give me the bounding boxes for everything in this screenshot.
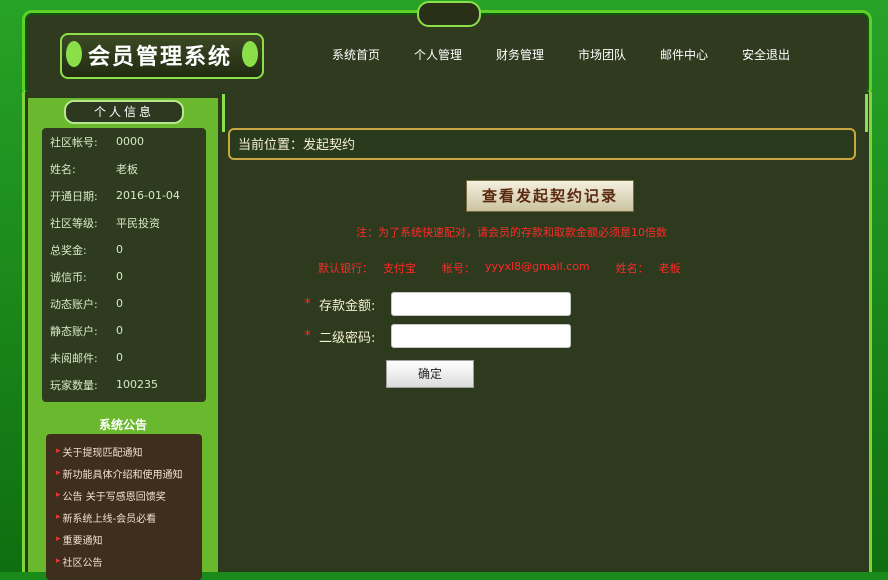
deposit-note: 注：为了系统快速配对，请会员的存款和取款金额必须是10倍数 xyxy=(356,226,667,239)
nav-personal[interactable]: 个人管理 xyxy=(397,46,479,63)
bank-info: 默认银行： 支付宝 帐号： yyyxl8@gmail.com 姓名： 老板 xyxy=(318,260,681,276)
bullet-icon: ▸ xyxy=(56,512,61,522)
header-ornament xyxy=(417,1,481,27)
leaf-icon xyxy=(242,41,258,67)
bullet-icon: ▸ xyxy=(56,490,61,500)
info-value: 0 xyxy=(116,270,123,283)
notice-link[interactable]: 重要通知 xyxy=(63,532,103,547)
required-icon: * xyxy=(304,328,311,344)
info-label: 姓名: xyxy=(50,162,76,176)
info-value: 0000 xyxy=(116,135,144,148)
main-nav: 系统首页 个人管理 财务管理 市场团队 邮件中心 安全退出 xyxy=(315,46,807,63)
nav-team[interactable]: 市场团队 xyxy=(561,46,643,63)
notice-item[interactable]: ▸ 公告 关于写感恩回馈奖 xyxy=(46,484,202,506)
notice-link[interactable]: 关于提现匹配通知 xyxy=(63,444,143,459)
password-label: 二级密码: xyxy=(319,330,376,346)
info-value: 平民投资 xyxy=(116,216,160,230)
bullet-icon: ▸ xyxy=(56,468,61,478)
personal-info: 社区帐号: 0000 姓名: 老板 开通日期: 2016-01-04 社区等级: 平民投… xyxy=(42,128,206,402)
info-row: 静态账户: 0 xyxy=(42,317,206,344)
bullet-icon: ▸ xyxy=(56,556,61,566)
info-row: 动态账户: 0 xyxy=(42,290,206,317)
info-row: 总奖金: 0 xyxy=(42,236,206,263)
info-row: 社区等级: 平民投资 xyxy=(42,209,206,236)
nav-mail[interactable]: 邮件中心 xyxy=(643,46,725,63)
info-row: 未阅邮件: 0 xyxy=(42,344,206,371)
nav-home[interactable]: 系统首页 xyxy=(315,46,397,63)
notice-item[interactable]: ▸ 新系统上线-会员必看 xyxy=(46,506,202,528)
info-row: 玩家数量: 100235 xyxy=(42,371,206,398)
nav-finance[interactable]: 财务管理 xyxy=(479,46,561,63)
info-label: 社区等级: xyxy=(50,216,98,230)
info-row: 诚信币: 0 xyxy=(42,263,206,290)
content-vine-ornament xyxy=(222,94,868,132)
info-value: 老板 xyxy=(116,162,138,176)
name-label: 姓名： xyxy=(615,262,649,275)
leaf-icon xyxy=(66,41,82,67)
name-value: 老板 xyxy=(658,262,681,275)
notice-link[interactable]: 新功能具体介绍和使用通知 xyxy=(63,466,183,481)
notice-item[interactable]: ▸ 社区公告 xyxy=(46,550,202,572)
header: 会员管理系统 系统首页 个人管理 财务管理 市场团队 邮件中心 安全退出 xyxy=(22,1,872,98)
sidebar: 个人信息 社区帐号: 0000 姓名: 老板 开通日期: 2016-01-04 社区等… xyxy=(28,98,218,580)
bank-label: 默认银行： xyxy=(318,262,373,275)
content-area: 当前位置：发起契约 查看发起契约记录 注：为了系统快速配对，请会员的存款和取款金… xyxy=(222,94,868,572)
info-row: 开通日期: 2016-01-04 xyxy=(42,182,206,209)
bullet-icon: ▸ xyxy=(56,534,61,544)
sidebar-title: 个人信息 xyxy=(64,100,184,124)
secondary-password-input[interactable] xyxy=(391,324,571,348)
info-label: 动态账户: xyxy=(50,297,98,311)
view-records-button[interactable]: 查看发起契约记录 xyxy=(466,180,634,212)
info-label: 静态账户: xyxy=(50,324,98,338)
notice-link[interactable]: 新系统上线-会员必看 xyxy=(63,510,157,525)
notice-list: ▸ 关于提现匹配通知 ▸ 新功能具体介绍和使用通知 ▸ 公告 关于写感恩回馈奖 ▸ 新系… xyxy=(46,434,202,580)
nav-logout[interactable]: 安全退出 xyxy=(725,46,807,63)
info-value: 2016-01-04 xyxy=(116,189,180,202)
amount-label: 存款金额: xyxy=(319,298,376,314)
bullet-icon: ▸ xyxy=(56,446,61,456)
notice-link[interactable]: 社区公告 xyxy=(63,554,103,569)
info-label: 开通日期: xyxy=(50,189,98,203)
info-label: 诚信币: xyxy=(50,270,87,284)
notice-item[interactable]: ▸ 重要通知 xyxy=(46,528,202,550)
amount-row: * 存款金额: xyxy=(304,292,571,316)
logo-text: 会员管理系统 xyxy=(88,45,233,70)
account-value: yyyxl8@gmail.com xyxy=(485,260,590,273)
info-label: 社区帐号: xyxy=(50,135,98,149)
info-value: 0 xyxy=(116,243,123,256)
info-label: 总奖金: xyxy=(50,243,87,257)
breadcrumb: 当前位置：发起契约 xyxy=(228,128,856,160)
password-row: * 二级密码: xyxy=(304,324,571,348)
info-value: 0 xyxy=(116,324,123,337)
notice-item[interactable]: ▸ 关于提现匹配通知 xyxy=(46,440,202,462)
info-value: 100235 xyxy=(116,378,158,391)
notice-title: 系统公告 xyxy=(98,418,147,432)
required-icon: * xyxy=(304,296,311,312)
info-value: 0 xyxy=(116,297,123,310)
deposit-amount-input[interactable] xyxy=(391,292,571,316)
notice-link[interactable]: 公告 关于写感恩回馈奖 xyxy=(63,488,166,503)
info-label: 玩家数量: xyxy=(50,378,98,392)
info-row: 姓名: 老板 xyxy=(42,155,206,182)
submit-button[interactable]: 确定 xyxy=(386,360,474,388)
account-label: 帐号： xyxy=(442,262,475,275)
info-label: 未阅邮件: xyxy=(50,351,98,365)
logo: 会员管理系统 xyxy=(60,33,264,79)
bank-value: 支付宝 xyxy=(383,262,416,275)
notice-item[interactable]: ▸ 新功能具体介绍和使用通知 xyxy=(46,462,202,484)
info-row: 社区帐号: 0000 xyxy=(42,128,206,155)
info-value: 0 xyxy=(116,351,123,364)
